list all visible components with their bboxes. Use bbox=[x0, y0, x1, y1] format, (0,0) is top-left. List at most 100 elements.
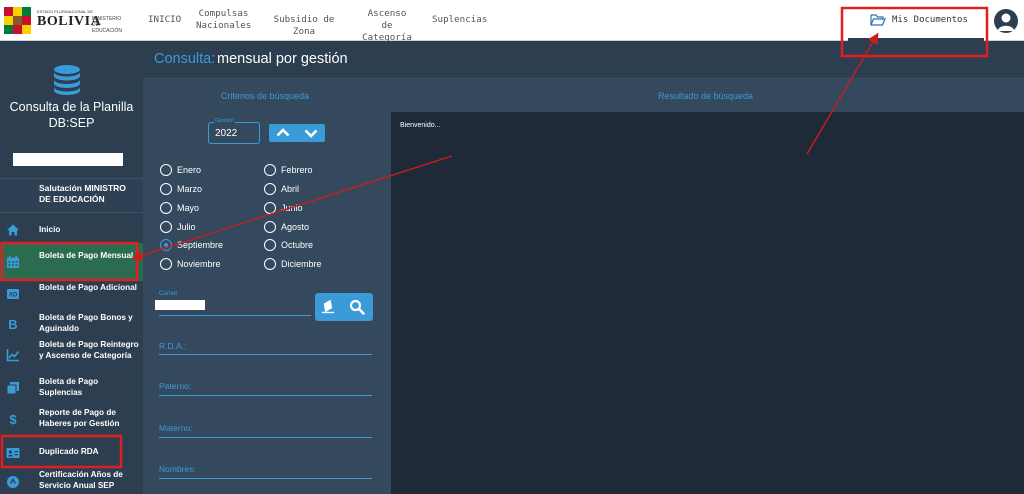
nav-label: Subsidio de Zona bbox=[273, 14, 335, 37]
sidebar-item-label: Boleta de Pago Reintegro y Ascenso de Ca… bbox=[39, 340, 139, 360]
results-heading: Resultado de búsqueda bbox=[657, 91, 754, 101]
sidebar-title-line1: Consulta de la Planilla bbox=[9, 100, 134, 114]
folder-open-icon bbox=[870, 14, 886, 26]
results-area: Bienvenido... bbox=[391, 112, 1024, 494]
radio-button[interactable] bbox=[160, 164, 172, 176]
month-radio-agosto[interactable]: Agosto bbox=[264, 221, 309, 233]
circle-icon bbox=[7, 476, 19, 488]
nav-ascenso[interactable]: Ascenso de Categoría bbox=[356, 8, 418, 44]
sidebar-item-label: Boleta de Pago Adicional bbox=[39, 283, 137, 292]
ad-icon: AD bbox=[7, 289, 19, 299]
month-radio-marzo[interactable]: Marzo bbox=[160, 183, 202, 195]
month-radio-junio[interactable]: Junio bbox=[264, 202, 303, 214]
gestion-field[interactable]: Gestión 2022 bbox=[208, 118, 260, 144]
sidebar-search-input[interactable] bbox=[13, 153, 123, 166]
page-title-prefix: Consulta: bbox=[154, 51, 216, 67]
month-label: Febrero bbox=[281, 165, 313, 175]
rda-field[interactable]: R.D.A.: bbox=[159, 335, 372, 355]
sidebar-item-boleta-adicional[interactable]: AD Boleta de Pago Adicional bbox=[0, 283, 143, 305]
materno-field[interactable]: Materno: bbox=[159, 417, 372, 438]
bolivia-logo[interactable]: ESTADO PLURINACIONAL DE BOLIVIA MINISTER… bbox=[4, 5, 124, 35]
month-radio-mayo[interactable]: Mayo bbox=[160, 202, 199, 214]
month-radio-enero[interactable]: Enero bbox=[160, 164, 201, 176]
eraser-icon[interactable] bbox=[320, 300, 336, 314]
nav-label: Suplencias bbox=[432, 14, 488, 25]
radio-button[interactable] bbox=[264, 202, 276, 214]
month-radio-julio[interactable]: Julio bbox=[160, 221, 196, 233]
nav-label: Compulsas bbox=[198, 8, 249, 19]
month-radio-febrero[interactable]: Febrero bbox=[264, 164, 313, 176]
nombres-label: Nombres: bbox=[159, 464, 196, 474]
month-label: Julio bbox=[177, 222, 196, 232]
month-label: Diciembre bbox=[281, 259, 322, 269]
carnet-field[interactable]: Carnet bbox=[155, 291, 311, 316]
month-radio-abril[interactable]: Abril bbox=[264, 183, 299, 195]
month-radio-diciembre[interactable]: Diciembre bbox=[264, 258, 322, 270]
dollar-icon: $ bbox=[9, 412, 17, 427]
nav-compulsas[interactable]: Compulsas Nacionales bbox=[196, 8, 251, 32]
month-label: Abril bbox=[281, 184, 300, 194]
sidebar-item-label: Boleta de Pago Mensual bbox=[39, 251, 134, 260]
greeting-text: Salutación MINISTRO DE EDUCACIÓN bbox=[39, 183, 126, 204]
rda-label: R.D.A.: bbox=[159, 341, 187, 351]
paterno-field[interactable]: Paterno: bbox=[159, 375, 372, 396]
month-radio-noviembre[interactable]: Noviembre bbox=[160, 258, 221, 270]
sidebar-item-reporte-haberes[interactable]: $ Reporte de Pago de Haberes por Gestión bbox=[0, 408, 143, 430]
month-label: Noviembre bbox=[177, 259, 221, 269]
search-icon[interactable] bbox=[349, 299, 365, 315]
radio-button[interactable] bbox=[264, 183, 276, 195]
radio-button[interactable] bbox=[160, 221, 172, 233]
sidebar-item-boleta-reintegro[interactable]: Boleta de Pago Reintegro y Ascenso de Ca… bbox=[0, 340, 143, 373]
gestion-value: 2022 bbox=[215, 128, 238, 139]
paterno-label: Paterno: bbox=[159, 381, 192, 391]
user-avatar-icon[interactable] bbox=[994, 9, 1018, 33]
sidebar-item-certificacion[interactable]: Certificación Años de Servicio Anual SEP bbox=[0, 470, 143, 494]
nav-subsidio[interactable]: Subsidio de Zona bbox=[264, 14, 344, 38]
chevron-down-icon[interactable] bbox=[297, 124, 325, 142]
month-label: Mayo bbox=[177, 203, 200, 213]
radio-button-selected[interactable] bbox=[160, 239, 172, 251]
nav-label: Ascenso bbox=[367, 8, 407, 19]
sidebar-item-boleta-bonos[interactable]: B Boleta de Pago Bonos y Aguinaldo bbox=[0, 313, 143, 335]
id-card-icon bbox=[6, 448, 20, 458]
month-label: Enero bbox=[177, 165, 202, 175]
month-radio-octubre[interactable]: Octubre bbox=[264, 239, 313, 251]
criteria-panel: Criterios de búsqueda Gestión 2022 Enero… bbox=[143, 79, 387, 494]
results-panel: Resultado de búsqueda Bienvenido... bbox=[387, 79, 1024, 494]
radio-button[interactable] bbox=[160, 258, 172, 270]
sidebar-item-boleta-suplencias[interactable]: Boleta de Pago Suplencias bbox=[0, 377, 143, 399]
database-icon bbox=[54, 65, 80, 95]
sidebar-item-inicio[interactable]: Inicio bbox=[0, 222, 143, 238]
criteria-heading: Criterios de búsqueda bbox=[220, 91, 310, 101]
radio-button[interactable] bbox=[264, 221, 276, 233]
radio-button[interactable] bbox=[160, 183, 172, 195]
sidebar-item-label: Reporte de Pago de Haberes por Gestión bbox=[39, 408, 120, 428]
month-label: Junio bbox=[281, 203, 303, 213]
sidebar-title-line2: DB:SEP bbox=[48, 116, 95, 130]
gestion-label: Gestión bbox=[214, 118, 235, 125]
mis-documentos-button[interactable]: Mis Documentos bbox=[870, 9, 980, 31]
radio-button[interactable] bbox=[264, 164, 276, 176]
radio-button[interactable] bbox=[160, 202, 172, 214]
sidebar-item-boleta-mensual[interactable]: Boleta de Pago Mensual bbox=[0, 243, 143, 281]
sidebar: Consulta de la Planilla DB:SEP Salutació… bbox=[0, 41, 143, 494]
sidebar-item-duplicado-rda[interactable]: Duplicado RDA bbox=[0, 443, 143, 463]
gestion-stepper bbox=[269, 124, 325, 142]
nav-label: INICIO bbox=[148, 14, 182, 25]
chevron-up-icon[interactable] bbox=[269, 124, 297, 142]
chart-icon bbox=[6, 349, 20, 362]
nav-suplencias[interactable]: Suplencias bbox=[432, 14, 488, 26]
nav-inicio[interactable]: INICIO bbox=[148, 14, 182, 26]
search-actions bbox=[315, 293, 373, 321]
nombres-field[interactable]: Nombres: bbox=[159, 458, 372, 479]
month-radio-septiembre[interactable]: Septiembre bbox=[160, 239, 223, 251]
home-icon bbox=[7, 224, 19, 236]
sidebar-item-label: Certificación Años de Servicio Anual SEP bbox=[39, 470, 123, 490]
carnet-label: Carnet bbox=[159, 291, 178, 297]
carnet-input[interactable] bbox=[155, 300, 205, 310]
materno-label: Materno: bbox=[159, 423, 193, 433]
welcome-message: Bienvenido... bbox=[400, 122, 441, 129]
radio-button[interactable] bbox=[264, 239, 276, 251]
radio-button[interactable] bbox=[264, 258, 276, 270]
nav-label: Nacionales bbox=[196, 20, 252, 31]
